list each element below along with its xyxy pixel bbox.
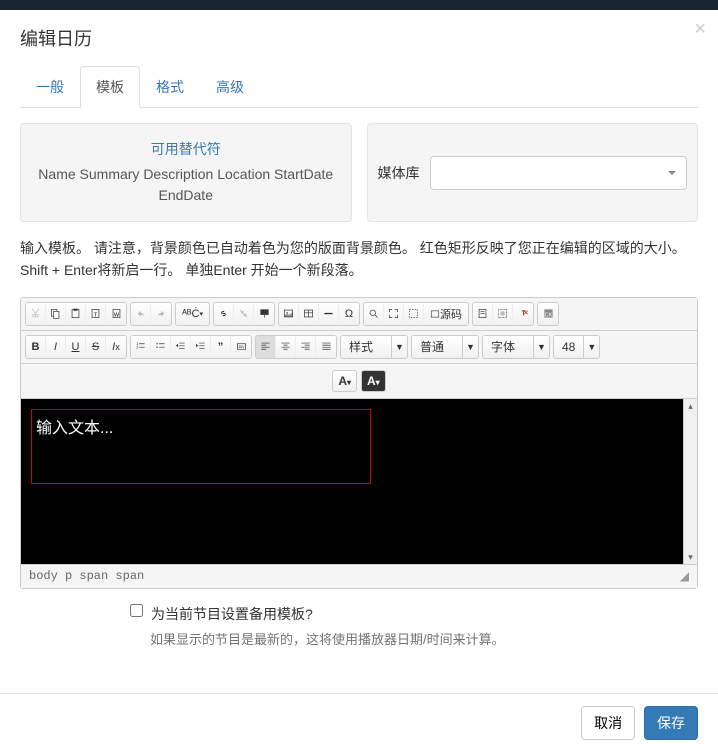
media-label: 媒体库 — [378, 163, 420, 183]
undo-icon[interactable] — [131, 303, 151, 325]
maximize-icon[interactable] — [384, 303, 404, 325]
chevron-down-icon: ▼ — [533, 336, 549, 358]
underline-button[interactable]: U — [66, 336, 86, 358]
spellcheck-icon[interactable]: ᴬᴮĊ▾ — [176, 303, 209, 325]
font-combo[interactable]: 字体 ▼ — [482, 335, 550, 359]
resize-grip-icon[interactable]: ◢ — [680, 569, 689, 584]
close-icon[interactable]: × — [694, 18, 706, 41]
paste-icon[interactable] — [66, 303, 86, 325]
paste-word-icon[interactable]: W — [106, 303, 126, 325]
modal-footer: 取消 保存 — [0, 693, 718, 751]
copy-icon[interactable] — [46, 303, 66, 325]
substitution-tokens: Name Summary Description Location StartD… — [31, 164, 341, 206]
tab-general[interactable]: 一般 — [20, 66, 80, 108]
element-path[interactable]: body p span span — [29, 569, 144, 584]
rich-text-editor: T W ᴬᴮĊ▾ Ω — [20, 297, 698, 589]
fallback-template-checkbox[interactable] — [130, 604, 143, 617]
fallback-template-help: 如果显示的节目是最新的，这将使用播放器日期/时间来计算。 — [150, 629, 698, 648]
text-color-button[interactable]: A▾ — [332, 370, 357, 392]
bullet-list-icon[interactable] — [151, 336, 171, 358]
svg-text:DIV: DIV — [238, 345, 244, 349]
bold-button[interactable]: B — [26, 336, 46, 358]
scroll-down-icon[interactable]: ▾ — [684, 550, 697, 564]
editor-placeholder: 输入文本... — [36, 414, 366, 438]
modal-title: 编辑日历 — [20, 25, 698, 51]
editor-stage-wrap: 输入文本... ▴ ▾ — [21, 399, 697, 564]
outdent-icon[interactable] — [171, 336, 191, 358]
tab-bar: 一般 模板 格式 高级 — [20, 66, 698, 108]
style-combo[interactable]: 样式 ▼ — [340, 335, 408, 359]
tab-format[interactable]: 格式 — [140, 66, 200, 108]
table-icon[interactable] — [299, 303, 319, 325]
align-justify-icon[interactable] — [316, 336, 336, 358]
about-icon[interactable]: CK — [538, 303, 558, 325]
media-library-select[interactable] — [430, 156, 688, 190]
substitution-heading: 可用替代符 — [31, 139, 341, 159]
substitution-panel: 可用替代符 Name Summary Description Location … — [20, 123, 352, 222]
removeformat-icon[interactable]: T — [513, 303, 533, 325]
format-combo[interactable]: 普通 ▼ — [411, 335, 479, 359]
numbered-list-icon[interactable]: 12 — [131, 336, 151, 358]
italic-button[interactable]: I — [46, 336, 66, 358]
redo-icon[interactable] — [151, 303, 171, 325]
scroll-track[interactable] — [684, 413, 697, 550]
app-topbar — [0, 0, 718, 10]
vertical-scrollbar[interactable]: ▴ ▾ — [683, 399, 697, 564]
editor-toolbar-row3: A▾ A▾ — [21, 364, 697, 399]
tab-template[interactable]: 模板 — [80, 66, 140, 108]
scroll-up-icon[interactable]: ▴ — [684, 399, 697, 413]
specialchar-icon[interactable]: Ω — [339, 303, 359, 325]
indent-icon[interactable] — [191, 336, 211, 358]
chevron-down-icon: ▼ — [583, 336, 599, 358]
source-button[interactable]: 源码 — [424, 303, 468, 325]
editor-toolbar-row1: T W ᴬᴮĊ▾ Ω — [21, 298, 697, 331]
fallback-template-label: 为当前节目设置备用模板? — [151, 604, 313, 624]
chevron-down-icon: ▼ — [391, 336, 407, 358]
templates-icon[interactable] — [473, 303, 493, 325]
svg-text:T: T — [521, 311, 526, 318]
remove-format-icon[interactable]: Ix — [106, 336, 126, 358]
hr-icon[interactable] — [319, 303, 339, 325]
fallback-template-group: 为当前节目设置备用模板? — [130, 604, 698, 624]
editor-statusbar: body p span span ◢ — [21, 564, 697, 588]
editor-stage[interactable]: 输入文本... — [21, 399, 683, 564]
cut-icon[interactable] — [26, 303, 46, 325]
svg-text:CK: CK — [544, 313, 552, 319]
cancel-button[interactable]: 取消 — [581, 706, 635, 740]
media-panel: 媒体库 — [367, 123, 699, 222]
image-icon[interactable] — [279, 303, 299, 325]
bg-color-button[interactable]: A▾ — [361, 370, 386, 392]
edit-calendar-modal: × 编辑日历 一般 模板 格式 高级 可用替代符 Name Summary De… — [0, 10, 718, 663]
editor-toolbar-row2: B I U S Ix 12 ” DIV 样式 — [21, 331, 697, 364]
div-icon[interactable]: DIV — [231, 336, 251, 358]
tab-advanced[interactable]: 高级 — [200, 66, 260, 108]
align-center-icon[interactable] — [276, 336, 296, 358]
unlink-icon[interactable] — [234, 303, 254, 325]
svg-text:2: 2 — [136, 346, 138, 350]
anchor-icon[interactable] — [254, 303, 274, 325]
strike-button[interactable]: S — [86, 336, 106, 358]
align-left-icon[interactable] — [256, 336, 276, 358]
showblocks-icon[interactable] — [404, 303, 424, 325]
link-icon[interactable] — [214, 303, 234, 325]
find-icon[interactable] — [364, 303, 384, 325]
selectall-icon[interactable] — [493, 303, 513, 325]
editor-region[interactable]: 输入文本... — [31, 409, 371, 484]
fontsize-combo[interactable]: 48 ▼ — [553, 335, 600, 359]
paste-text-icon[interactable]: T — [86, 303, 106, 325]
align-right-icon[interactable] — [296, 336, 316, 358]
template-help-text: 输入模板。 请注意，背景颜色已自动着色为您的版面背景颜色。 红色矩形反映了您正在… — [20, 237, 698, 282]
svg-text:W: W — [113, 313, 119, 319]
save-button[interactable]: 保存 — [644, 706, 698, 740]
blockquote-icon[interactable]: ” — [211, 336, 231, 358]
chevron-down-icon: ▼ — [462, 336, 478, 358]
